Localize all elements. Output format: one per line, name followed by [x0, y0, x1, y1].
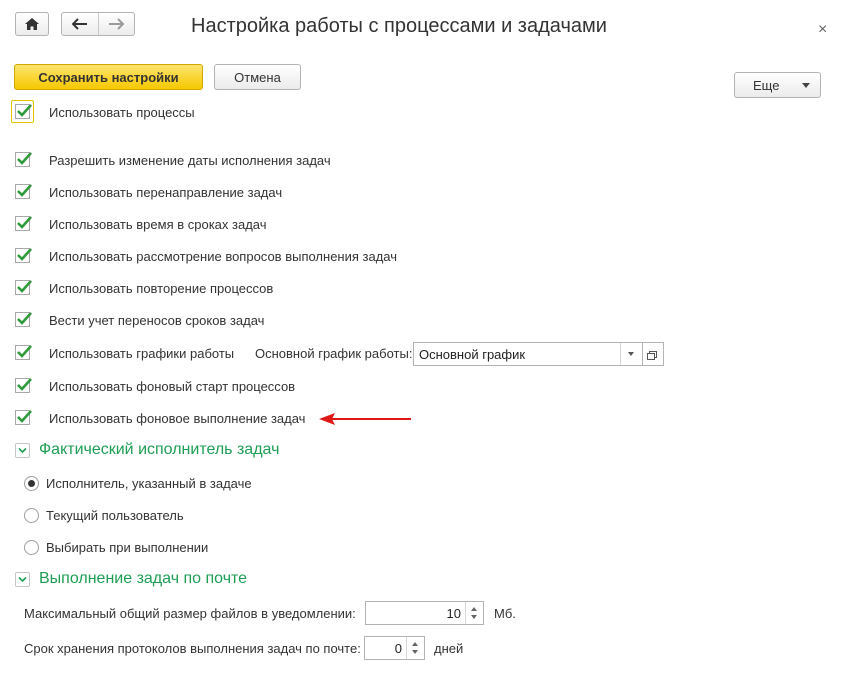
use-question-review-checkbox[interactable] [15, 248, 32, 263]
home-icon [25, 18, 39, 30]
max-size-spinner[interactable] [465, 602, 483, 624]
main-schedule-field[interactable]: Основной график [413, 342, 643, 366]
max-size-unit: Мб. [494, 606, 516, 621]
max-size-value: 10 [446, 606, 461, 621]
background-process-start-label: Использовать фоновый старт процессов [49, 379, 296, 394]
use-redirection-checkbox[interactable] [15, 184, 32, 199]
use-process-repeat-label: Использовать повторение процессов [49, 281, 274, 296]
checkmark-icon [17, 345, 32, 358]
save-settings-button[interactable]: Сохранить настройки [14, 64, 203, 90]
checkmark-icon [17, 184, 32, 197]
use-processes-checkbox[interactable] [15, 104, 32, 119]
allow-date-change-checkbox[interactable] [15, 152, 32, 167]
background-task-execution-label: Использовать фоновое выполнение задач [49, 411, 306, 426]
performer-option-current-user-radio[interactable] [24, 508, 39, 523]
back-button[interactable] [62, 13, 99, 35]
chevron-down-icon [802, 83, 810, 88]
performer-option-choose-radio[interactable] [24, 540, 39, 555]
background-task-execution-checkbox[interactable] [15, 410, 32, 425]
track-deadline-transfers-checkbox[interactable] [15, 312, 32, 327]
main-schedule-value: Основной график [419, 347, 526, 362]
checkmark-icon [17, 280, 32, 293]
use-time-in-deadlines-label: Использовать время в сроках задач [49, 217, 267, 232]
checkmark-icon [17, 410, 32, 423]
back-arrow-icon [71, 18, 87, 30]
use-question-review-label: Использовать рассмотрение вопросов выпол… [49, 249, 398, 264]
use-work-schedules-checkbox[interactable] [15, 345, 32, 360]
cancel-button[interactable]: Отмена [214, 64, 301, 90]
checkmark-icon [17, 378, 32, 391]
retention-input[interactable]: 0 [364, 636, 425, 660]
performer-option-choose-label: Выбирать при выполнении [46, 540, 209, 555]
background-process-start-checkbox[interactable] [15, 378, 32, 393]
annotation-arrow-icon [319, 413, 411, 425]
performer-option-task-label: Исполнитель, указанный в задаче [46, 476, 252, 491]
max-size-label: Максимальный общий размер файлов в уведо… [24, 606, 356, 621]
more-button[interactable]: Еще [734, 72, 821, 98]
checkmark-icon [17, 152, 32, 165]
history-navigation [61, 12, 135, 36]
performer-group-title[interactable]: Фактический исполнитель задач [39, 441, 279, 459]
forward-arrow-icon [109, 18, 125, 30]
checkmark-icon [17, 312, 32, 325]
retention-label: Срок хранения протоколов выполнения зада… [24, 641, 361, 656]
performer-option-current-user-label: Текущий пользователь [46, 508, 184, 523]
more-label: Еще [753, 77, 780, 93]
chevron-down-icon [18, 576, 27, 583]
max-size-input[interactable]: 10 [365, 601, 484, 625]
chevron-down-icon [18, 447, 27, 454]
retention-value: 0 [394, 641, 402, 656]
email-group-title[interactable]: Выполнение задач по почте [39, 570, 247, 588]
retention-spinner[interactable] [406, 637, 424, 659]
open-icon [647, 351, 657, 360]
checkmark-icon [17, 104, 32, 117]
track-deadline-transfers-label: Вести учет переносов сроков задач [49, 313, 265, 328]
chevron-down-icon[interactable] [620, 343, 642, 365]
main-schedule-label: Основной график работы: [255, 346, 413, 361]
email-group-toggle[interactable] [15, 572, 30, 587]
checkmark-icon [17, 248, 32, 261]
close-icon[interactable]: × [818, 22, 827, 38]
use-process-repeat-checkbox[interactable] [15, 280, 32, 295]
open-schedule-button[interactable] [643, 342, 664, 366]
use-time-in-deadlines-checkbox[interactable] [15, 216, 32, 231]
retention-unit: дней [434, 641, 464, 656]
use-work-schedules-label: Использовать графики работы [49, 346, 235, 361]
performer-group-toggle[interactable] [15, 443, 30, 458]
use-redirection-label: Использовать перенаправление задач [49, 185, 283, 200]
performer-option-task-radio[interactable] [24, 476, 39, 491]
home-button[interactable] [15, 12, 49, 36]
checkmark-icon [17, 216, 32, 229]
use-processes-label: Использовать процессы [49, 105, 195, 120]
allow-date-change-label: Разрешить изменение даты исполнения зада… [49, 153, 331, 168]
forward-button[interactable] [99, 13, 135, 35]
page-title: Настройка работы с процессами и задачами [191, 15, 607, 37]
